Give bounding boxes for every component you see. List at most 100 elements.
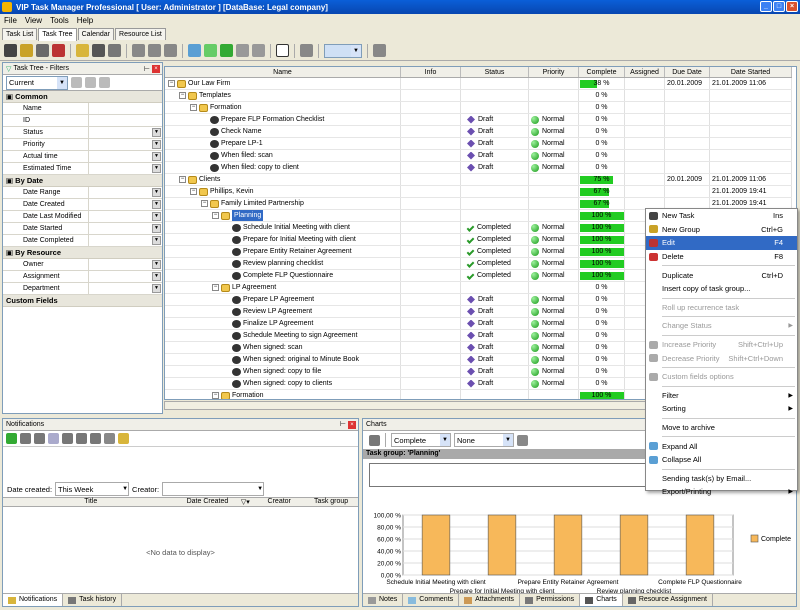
bar-prepare-entity-retainer-agreement[interactable] bbox=[553, 514, 583, 576]
filter-row-owner[interactable]: Owner ▼ bbox=[3, 259, 162, 271]
menu-item-new-task[interactable]: New Task Ins bbox=[646, 209, 797, 223]
clear-filter-icon[interactable] bbox=[71, 77, 82, 88]
filter-row-name[interactable]: Name bbox=[3, 103, 162, 115]
filter-options-icon[interactable] bbox=[99, 77, 110, 88]
dropdown-arrow-icon[interactable]: ▼ bbox=[152, 284, 161, 293]
collapse-icon[interactable]: ▣ bbox=[6, 248, 15, 257]
menu-item-duplicate[interactable]: Duplicate Ctrl+D bbox=[646, 268, 797, 282]
help-icon[interactable] bbox=[104, 433, 115, 444]
indent-icon[interactable] bbox=[204, 44, 217, 57]
tab-permissions[interactable]: Permissions bbox=[520, 594, 581, 606]
menu-item-edit[interactable]: Edit F4 bbox=[646, 236, 797, 250]
tab-calendar[interactable]: Calendar bbox=[77, 28, 115, 40]
filter-row-date-started[interactable]: Date Started ▼ bbox=[3, 223, 162, 235]
filter-row-estimated-time[interactable]: Estimated Time ▼ bbox=[3, 163, 162, 175]
filter-value[interactable]: ▼ bbox=[89, 235, 162, 246]
filter-value[interactable]: ▼ bbox=[89, 283, 162, 294]
dropdown-arrow-icon[interactable]: ▼ bbox=[152, 188, 161, 197]
sort-icon[interactable] bbox=[188, 44, 201, 57]
filter-value[interactable]: ▼ bbox=[89, 271, 162, 282]
task-row[interactable]: Prepare FLP Formation Checklist Draft Norm… bbox=[165, 114, 792, 126]
task-row[interactable]: Prepare LP-1 Draft Normal 0 % bbox=[165, 138, 792, 150]
menu-item-new-group[interactable]: New Group Ctrl+G bbox=[646, 223, 797, 237]
notif-close-icon[interactable]: × bbox=[348, 421, 356, 429]
filter-group-by-resource[interactable]: ▣ By Resource bbox=[3, 247, 162, 259]
dropdown-arrow-icon[interactable]: ▼ bbox=[152, 236, 161, 245]
filter-value[interactable]: ▼ bbox=[89, 223, 162, 234]
col-due-date[interactable]: Due Date bbox=[665, 67, 710, 77]
resource-icon[interactable] bbox=[108, 44, 121, 57]
expand-toggle-icon[interactable]: − bbox=[190, 188, 197, 195]
filter-value[interactable] bbox=[89, 115, 162, 126]
filter-row-date-range[interactable]: Date Range ▼ bbox=[3, 187, 162, 199]
tab-notifications[interactable]: Notifications bbox=[3, 594, 64, 606]
dropdown-arrow-icon[interactable]: ▼ bbox=[152, 224, 161, 233]
list-icon[interactable] bbox=[90, 433, 101, 444]
dropdown-arrow-icon[interactable]: ▼ bbox=[152, 260, 161, 269]
move-down-icon[interactable] bbox=[132, 44, 145, 57]
filter-row-actual-time[interactable]: Actual time ▼ bbox=[3, 151, 162, 163]
expand-toggle-icon[interactable]: − bbox=[212, 392, 219, 399]
close-button[interactable]: × bbox=[786, 1, 798, 12]
group-row[interactable]: − Our Law Firm 38 % 20.01.2009 21.01.2009 11… bbox=[165, 78, 792, 90]
edit-icon[interactable] bbox=[36, 44, 49, 57]
menu-file[interactable]: File bbox=[4, 16, 17, 25]
filter-value[interactable]: ▼ bbox=[89, 151, 162, 162]
filter-row-date-last-modified[interactable]: Date Last Modified ▼ bbox=[3, 211, 162, 223]
tab-resource-list[interactable]: Resource List bbox=[115, 28, 166, 40]
col-creator[interactable]: Creator bbox=[254, 498, 304, 506]
task-row[interactable]: Check Name Draft Normal 0 % bbox=[165, 126, 792, 138]
filter-value[interactable]: ▼ bbox=[89, 127, 162, 138]
expand-icon[interactable] bbox=[236, 44, 249, 57]
expand-toggle-icon[interactable]: − bbox=[201, 200, 208, 207]
dropdown-arrow-icon[interactable]: ▼ bbox=[152, 272, 161, 281]
collapse-icon[interactable]: ▣ bbox=[6, 92, 15, 101]
maximize-button[interactable]: □ bbox=[773, 1, 785, 12]
tab-task-list[interactable]: Task List bbox=[2, 28, 38, 40]
move-up-icon[interactable] bbox=[148, 44, 161, 57]
chart-series-select[interactable]: None ▼ bbox=[454, 433, 514, 447]
menu-item-filter[interactable]: Filter ▶ bbox=[646, 389, 797, 403]
zoom-combo[interactable]: ▼ bbox=[324, 43, 362, 58]
task-row[interactable]: When filed: scan Draft Normal 0 % bbox=[165, 150, 792, 162]
menu-item-insert-copy-of-task-group[interactable]: Insert copy of task group... bbox=[646, 282, 797, 296]
menu-view[interactable]: View bbox=[25, 16, 42, 25]
filter-icon[interactable] bbox=[76, 44, 89, 57]
expand-toggle-icon[interactable]: − bbox=[179, 176, 186, 183]
date-filter-icon[interactable]: ▽▾ bbox=[236, 498, 254, 506]
new-group-icon[interactable] bbox=[20, 44, 33, 57]
col-task-group[interactable]: Task group bbox=[304, 498, 358, 506]
menu-item-expand-all[interactable]: Expand All bbox=[646, 439, 797, 453]
col-priority[interactable]: Priority bbox=[529, 67, 579, 77]
tab-task-history[interactable]: Task history bbox=[63, 594, 123, 606]
tab-attachments[interactable]: Attachments bbox=[459, 594, 521, 606]
menu-item-export-printing[interactable]: Export/Printing ▶ bbox=[646, 485, 797, 499]
menu-item-delete[interactable]: Delete F8 bbox=[646, 250, 797, 264]
bar-prepare-for-initial-meeting-with-client[interactable] bbox=[487, 514, 517, 576]
creator-select[interactable]: ▼ bbox=[162, 482, 265, 496]
bar-review-planning-checklist[interactable] bbox=[619, 514, 649, 576]
menu-tools[interactable]: Tools bbox=[50, 16, 69, 25]
dropdown-arrow-icon[interactable]: ▼ bbox=[152, 152, 161, 161]
expand-toggle-icon[interactable]: − bbox=[212, 212, 219, 219]
filter-row-date-completed[interactable]: Date Completed ▼ bbox=[3, 235, 162, 247]
group-row[interactable]: − Clients 75 % 20.01.2009 21.01.2009 11:06 bbox=[165, 174, 792, 186]
filter-row-assignment[interactable]: Assignment ▼ bbox=[3, 271, 162, 283]
tab-task-tree[interactable]: Task Tree bbox=[38, 28, 77, 41]
filter-group-by-date[interactable]: ▣ By Date bbox=[3, 175, 162, 187]
col-date-started[interactable]: Date Started bbox=[710, 67, 792, 77]
menu-item-move-to-archive[interactable]: Move to archive bbox=[646, 421, 797, 435]
minimize-button[interactable]: _ bbox=[760, 1, 772, 12]
filter-row-department[interactable]: Department ▼ bbox=[3, 283, 162, 295]
filter-row-date-created[interactable]: Date Created ▼ bbox=[3, 199, 162, 211]
col-name[interactable]: Name bbox=[165, 67, 401, 77]
tab-resource-assignment[interactable]: Resource Assignment bbox=[623, 594, 713, 606]
read-icon[interactable] bbox=[20, 433, 31, 444]
assign-icon[interactable] bbox=[92, 44, 105, 57]
group-row[interactable]: − Formation 0 % bbox=[165, 102, 792, 114]
filter-value[interactable] bbox=[89, 103, 162, 114]
monitor-icon[interactable] bbox=[48, 433, 59, 444]
save-filter-icon[interactable] bbox=[85, 77, 96, 88]
filter-row-id[interactable]: ID bbox=[3, 115, 162, 127]
delete-icon[interactable] bbox=[52, 44, 65, 57]
